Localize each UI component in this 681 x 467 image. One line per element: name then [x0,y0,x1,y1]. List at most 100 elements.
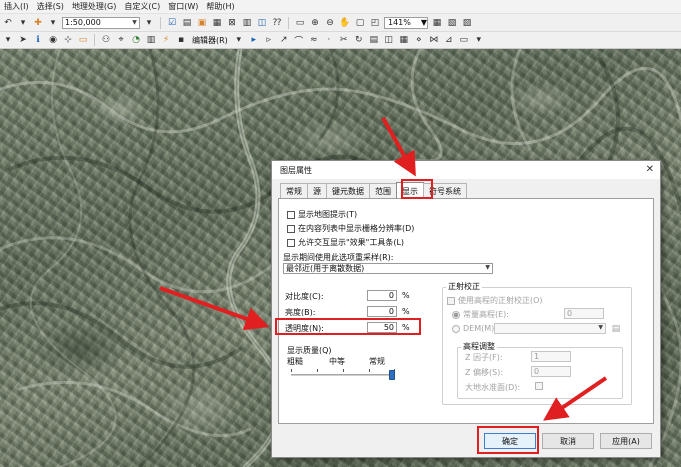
menu-select[interactable]: 选择(S) [37,1,64,12]
tab-strip: 常规 源 键元数据 范围 显示 符号系统 [280,182,467,199]
html-popup-icon[interactable]: ▭ [77,34,89,46]
trace-icon[interactable]: ≈ [308,34,320,46]
z-offset-input[interactable]: 0 [531,366,571,377]
chevron-down-icon[interactable]: ▾ [233,34,245,46]
browse-folder-icon[interactable]: ▤ [610,323,622,335]
checkbox-box [287,224,295,233]
hyperlink-icon[interactable]: ⚡ [160,34,172,46]
resample-label: 显示期间使用此选项重采样(R): [283,253,394,262]
table-of-contents-icon[interactable]: ▤ [181,17,193,29]
layout-zoom-select[interactable]: 141% ▼ [384,16,428,29]
model-builder-icon[interactable]: ◫ [256,17,268,29]
map-tips-checkbox[interactable]: 显示地图提示(T) [287,209,357,220]
checkbox-box [287,210,295,219]
raster-resolution-checkbox[interactable]: 在内容列表中显示栅格分辨率(D) [287,223,414,234]
quality-slider-thumb[interactable] [389,370,395,380]
tab-extent[interactable]: 范围 [369,183,397,199]
dropdown-icon[interactable]: ▪ [175,34,187,46]
zoom-100-icon[interactable]: ◰ [369,17,381,29]
geoid-checkbox[interactable] [535,382,543,390]
edit-tool-icon[interactable]: ▸ [248,34,260,46]
menu-window[interactable]: 窗口(W) [168,1,198,12]
goto-xy-icon[interactable]: ⌖ [115,34,127,46]
chevron-down-icon: ▼ [132,19,137,26]
layout-pan-icon[interactable]: ✋ [339,17,351,29]
menu-bar: 插入(I) 选择(S) 地理处理(G) 自定义(C) 窗口(W) 帮助(H) [0,0,681,14]
select-features-icon[interactable]: ▾ [2,34,14,46]
dem-radio[interactable]: DEM(M) [452,324,494,333]
quality-medium-label: 中等 [329,357,345,366]
constant-elevation-input[interactable]: 0 [564,308,604,319]
cancel-button[interactable]: 取消 [542,433,594,449]
add-data-dropdown-icon[interactable]: ▾ [47,17,59,29]
identify-icon[interactable]: ℹ [32,34,44,46]
layout-zoom-out-icon[interactable]: ⊖ [324,17,336,29]
overflow-icon[interactable]: ▭ [458,34,470,46]
tab-key-metadata[interactable]: 键元数据 [326,183,370,199]
quality-slider-track[interactable] [291,374,395,376]
radio-dot [452,310,460,319]
menu-help[interactable]: 帮助(H) [206,1,234,12]
interactive-effects-checkbox[interactable]: 允许交互显示"效果"工具条(L) [287,237,404,248]
find-route-icon[interactable]: ⚇ [100,34,112,46]
layout-zoom-in-icon[interactable]: ⊕ [309,17,321,29]
z-factor-input[interactable]: 1 [531,351,571,362]
attributes-icon[interactable]: ▤ [368,34,380,46]
display-tab-panel: 显示地图提示(T) 在内容列表中显示栅格分辨率(D) 允许交互显示"效果"工具条… [278,198,654,424]
select-elements-icon[interactable]: ➤ [17,34,29,46]
reshape-icon[interactable]: ⋈ [428,34,440,46]
help-icon[interactable]: ⁇ [271,17,283,29]
rotate-tool-icon[interactable]: ↻ [353,34,365,46]
straight-segment-icon[interactable]: ↗ [278,34,290,46]
editor-toggle-icon[interactable]: ☑ [166,17,178,29]
edit-annotation-icon[interactable]: ▹ [263,34,275,46]
menu-geoprocessing[interactable]: 地理处理(G) [72,1,116,12]
measure-icon[interactable]: ⊹ [62,34,74,46]
contrast-input[interactable]: 0 [367,290,397,301]
checkbox-box [287,238,295,247]
create-viewer-icon[interactable]: ▥ [145,34,157,46]
resample-select[interactable]: 最邻近(用于离散数据) ▼ [283,263,493,274]
vertex-icon[interactable]: ⋄ [413,34,425,46]
brightness-label: 亮度(B): [285,308,316,317]
python-window-icon[interactable]: ▥ [241,17,253,29]
tab-source[interactable]: 源 [307,183,327,199]
use-elevation-checkbox[interactable]: 使用高程的正射校正(O) [447,295,543,306]
find-icon[interactable]: ◉ [47,34,59,46]
menu-insert[interactable]: 插入(I) [4,1,29,12]
add-data-icon[interactable]: ✚ [32,17,44,29]
toolbar-options-icon[interactable]: ▾ [473,34,485,46]
brightness-unit: % [402,307,410,316]
dialog-title-bar[interactable]: 图层属性 [272,161,660,179]
create-features-icon[interactable]: ▦ [398,34,410,46]
dem-label: DEM(M) [463,324,495,333]
brightness-input[interactable]: 0 [367,306,397,317]
zoom-whole-page-icon[interactable]: ▢ [354,17,366,29]
arctoolbox-icon[interactable]: ⊠ [226,17,238,29]
menu-customize[interactable]: 自定义(C) [124,1,160,12]
close-icon[interactable]: ✕ [646,164,654,175]
redo-icon[interactable]: ▾ [17,17,29,29]
dem-select[interactable]: ▼ [494,323,606,334]
cut-polygon-icon[interactable]: ⊿ [443,34,455,46]
apply-button[interactable]: 应用(A) [600,433,652,449]
highlight-ok-button [477,426,539,454]
editor-menu[interactable]: 编辑器(R) [190,35,230,46]
point-icon[interactable]: · [323,34,335,46]
end-point-arc-icon[interactable]: ⌒ [293,34,305,47]
change-layout-icon[interactable]: ▨ [461,17,473,29]
constant-elevation-label: 常量高程(E): [463,310,509,319]
sketch-properties-icon[interactable]: ◫ [383,34,395,46]
search-window-icon[interactable]: ▦ [211,17,223,29]
toggle-draft-icon[interactable]: ▦ [431,17,443,29]
map-scale-select[interactable]: 1:50,000 ▼ [62,16,140,29]
catalog-icon[interactable]: ▣ [196,17,208,29]
time-slider-icon[interactable]: ◔ [130,34,142,46]
undo-icon[interactable]: ↶ [2,17,14,29]
editor-toolbar-icon[interactable]: ▾ [143,17,155,29]
tab-general[interactable]: 常规 [280,183,308,199]
split-tool-icon[interactable]: ✂ [338,34,350,46]
layout-page-icon[interactable]: ▭ [294,17,306,29]
constant-elevation-radio[interactable]: 常量高程(E): [452,309,509,320]
focus-frame-icon[interactable]: ▧ [446,17,458,29]
